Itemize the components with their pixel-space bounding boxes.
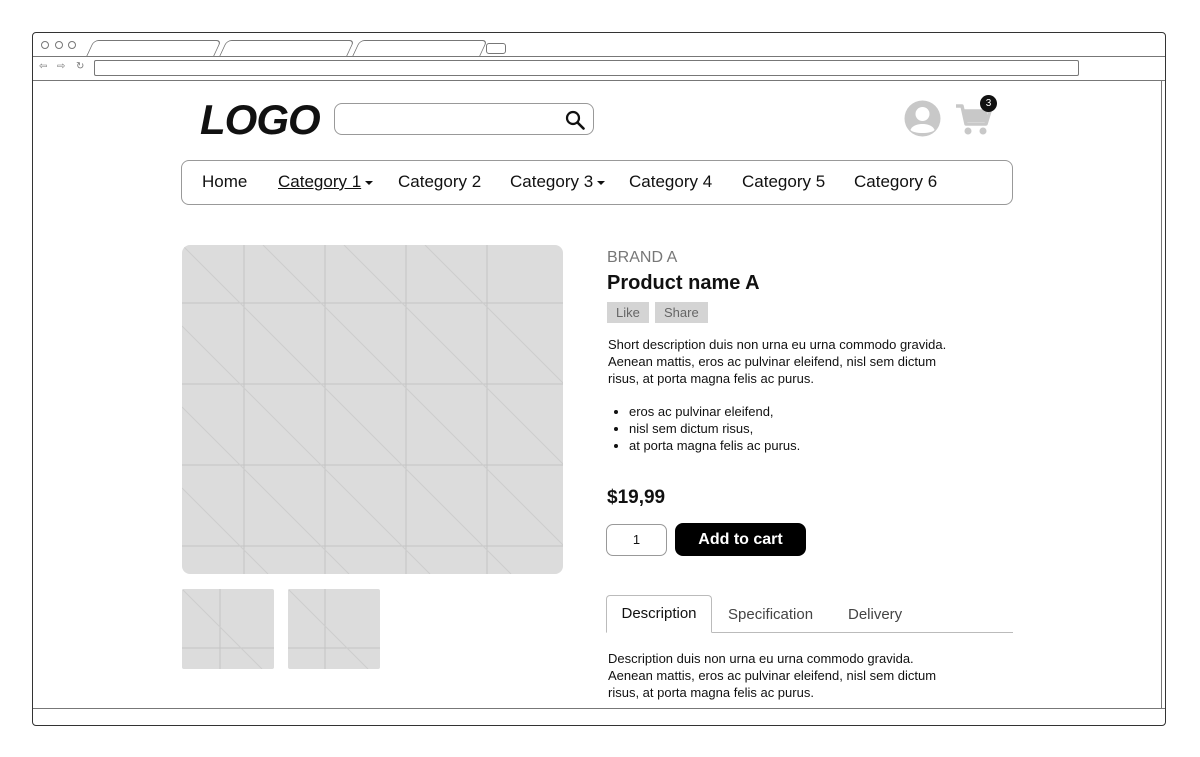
search-box[interactable] (334, 103, 594, 135)
tab-specification[interactable]: Specification (728, 605, 813, 625)
add-to-cart-button[interactable]: Add to cart (675, 523, 806, 556)
product-thumbnail-1[interactable] (182, 589, 274, 669)
nav-item-label: Category 3 (510, 172, 594, 191)
tab-strip-divider (33, 56, 1165, 57)
nav-item-category-5[interactable]: Category 5 (742, 172, 825, 192)
nav-item-category-2[interactable]: Category 2 (398, 172, 481, 192)
toolbar-divider (33, 80, 1165, 81)
status-bar-divider (33, 708, 1165, 709)
product-price: $19,99 (607, 487, 666, 508)
nav-item-category-6[interactable]: Category 6 (854, 172, 937, 192)
address-bar[interactable] (94, 60, 1079, 76)
nav-item-label: Category 4 (629, 172, 713, 191)
nav-item-label: Category 6 (854, 172, 938, 191)
nav-item-home[interactable]: Home (202, 172, 247, 192)
caret-down-icon (597, 180, 606, 185)
list-item: at porta magna felis ac purus. (629, 437, 800, 454)
browser-tab-3[interactable] (352, 40, 488, 56)
scrollbar-track[interactable] (1161, 80, 1162, 708)
product-thumbnail-2[interactable] (288, 589, 380, 669)
nav-item-label: Category 2 (398, 172, 482, 191)
product-title: Product name A (607, 272, 760, 294)
new-tab-button[interactable] (486, 43, 506, 54)
list-item: eros ac pulvinar eleifend, (629, 403, 800, 420)
nav-item-label: Category 5 (742, 172, 826, 191)
caret-down-icon (365, 180, 374, 185)
tab-delivery[interactable]: Delivery (848, 605, 902, 625)
nav-item-category-3[interactable]: Category 3 (510, 172, 606, 192)
search-input[interactable] (343, 109, 557, 131)
tab-description[interactable]: Description (606, 595, 712, 633)
nav-item-category-1[interactable]: Category 1 (278, 172, 374, 192)
image-placeholder-pattern (288, 589, 380, 669)
window-close-dot[interactable] (41, 41, 49, 49)
window-minimize-dot[interactable] (55, 41, 63, 49)
product-brand[interactable]: BRAND A (607, 249, 677, 267)
product-feature-list: eros ac pulvinar eleifend, nisl sem dict… (608, 403, 800, 454)
user-account-icon[interactable] (904, 100, 941, 137)
nav-item-label: Home (202, 172, 248, 191)
quantity-input[interactable]: 1 (606, 524, 667, 556)
site-logo[interactable]: LOGO (200, 96, 321, 144)
nav-item-label: Category 1 (278, 172, 362, 191)
back-icon[interactable]: ⇦ (39, 61, 47, 73)
browser-tab-2[interactable] (219, 40, 355, 56)
product-main-image[interactable] (182, 245, 563, 574)
list-item: nisl sem dictum risus, (629, 420, 800, 437)
window-maximize-dot[interactable] (68, 41, 76, 49)
forward-icon[interactable]: ⇨ (57, 61, 65, 73)
search-icon[interactable] (565, 110, 585, 130)
cart-count-badge: 3 (980, 95, 997, 112)
reload-icon[interactable]: ↻ (76, 61, 84, 73)
browser-tab-1[interactable] (86, 40, 222, 56)
image-placeholder-pattern (182, 589, 274, 669)
image-placeholder-pattern (182, 245, 563, 574)
tab-panel-content: Description duis non urna eu urna commod… (608, 651, 937, 700)
nav-item-category-4[interactable]: Category 4 (629, 172, 712, 192)
product-short-description: Short description duis non urna eu urna … (608, 337, 947, 386)
like-button[interactable]: Like (607, 302, 649, 323)
share-button[interactable]: Share (655, 302, 708, 323)
